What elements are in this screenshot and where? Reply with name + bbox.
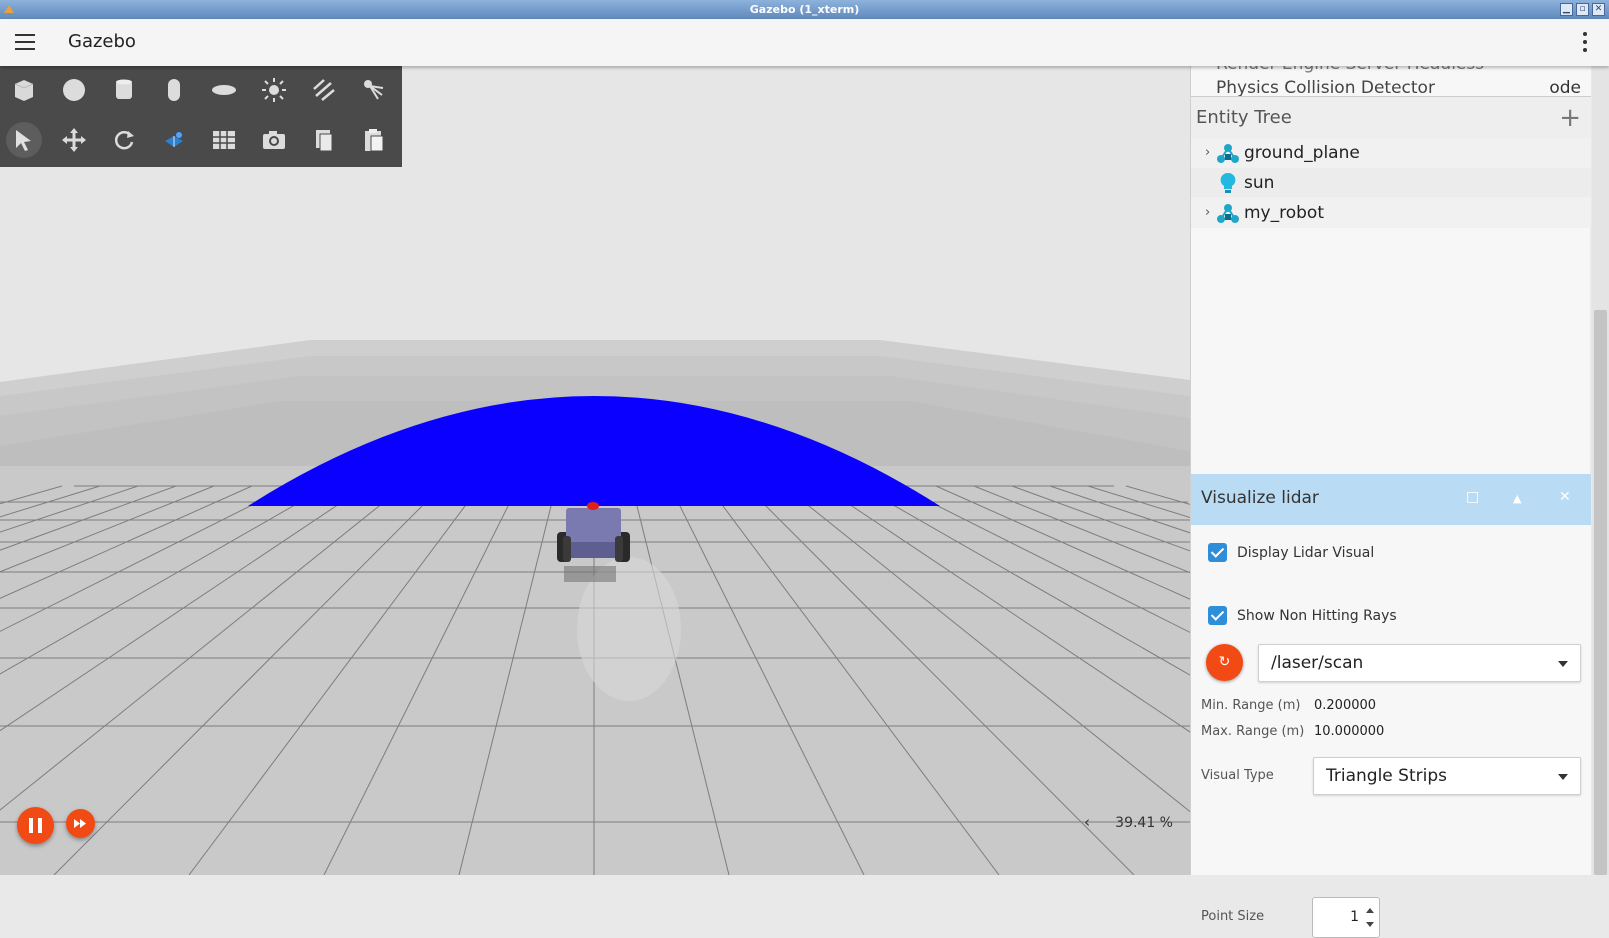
render-engine-label: Render Engine Server Headless [1216, 66, 1484, 74]
spin-up-icon[interactable] [1366, 908, 1374, 913]
stats-collapse-icon[interactable]: ‹ [1084, 813, 1090, 831]
box-icon[interactable] [6, 72, 42, 108]
right-panel-scrollbar[interactable] [1592, 66, 1609, 875]
window-titlebar: Gazebo (1_xterm) ▁ ▫ ✕ [0, 0, 1609, 19]
entity-label: sun [1244, 173, 1275, 193]
visual-type-dropdown[interactable]: Triangle Strips [1313, 757, 1581, 795]
minimize-button[interactable]: ▁ [1560, 3, 1573, 16]
entity-tree-title: Entity Tree [1196, 107, 1292, 128]
entity-label: ground_plane [1244, 143, 1360, 163]
entity-label: my_robot [1244, 203, 1324, 223]
point-size-label: Point Size [1201, 909, 1265, 924]
directional-light-icon[interactable] [306, 72, 342, 108]
chevron-down-icon [1558, 774, 1568, 780]
step-forward-button[interactable] [66, 809, 95, 838]
collapse-icon[interactable]: ▲ [1513, 492, 1521, 505]
entity-tree-item-ground-plane[interactable]: › ground_plane [1191, 138, 1591, 168]
entity-tree-item-sun[interactable]: sun [1191, 168, 1591, 198]
real-time-factor: 39.41 % [1115, 815, 1173, 831]
right-panel: Render Engine Server Headless Physics Co… [1190, 66, 1591, 938]
non-hitting-rays-checkbox[interactable] [1208, 606, 1227, 625]
sphere-icon[interactable] [56, 72, 92, 108]
undock-icon[interactable]: □ [1466, 489, 1479, 505]
refresh-icon: ↻ [1218, 654, 1231, 670]
entity-tree-header: Entity Tree + [1191, 97, 1591, 138]
topic-value: /laser/scan [1271, 653, 1364, 673]
cylinder-icon[interactable] [106, 72, 142, 108]
expand-chevron-icon[interactable]: › [1205, 205, 1210, 220]
close-plugin-icon[interactable]: ✕ [1559, 489, 1571, 505]
chevron-down-icon [1558, 661, 1568, 667]
scene-viewport[interactable]: ‹ 39.41 % [0, 66, 1190, 875]
min-range-value: 0.200000 [1314, 698, 1377, 713]
display-lidar-checkbox-row[interactable]: Display Lidar Visual [1208, 543, 1374, 562]
app-bar: Gazebo [0, 19, 1609, 66]
point-size-spinbox[interactable]: 1 [1312, 897, 1380, 938]
physics-collision-value: ode [1549, 78, 1581, 97]
scrollbar-thumb[interactable] [1594, 310, 1607, 875]
capsule-icon[interactable] [156, 72, 192, 108]
max-range-value: 10.000000 [1314, 724, 1385, 739]
ellipsoid-icon[interactable] [206, 72, 242, 108]
fast-forward-icon [74, 819, 86, 828]
model-icon [1217, 204, 1239, 223]
select-icon[interactable] [6, 122, 42, 158]
grid-snap-icon[interactable] [206, 122, 242, 158]
physics-collision-label: Physics Collision Detector [1216, 78, 1435, 97]
entity-tree-list: › ground_plane sun › my_robot [1191, 138, 1591, 228]
menu-icon[interactable] [15, 34, 35, 50]
light-bulb-icon [1220, 172, 1236, 193]
screenshot-icon[interactable] [256, 122, 292, 158]
min-range-label: Min. Range (m) [1201, 698, 1301, 713]
maximize-button[interactable]: ▫ [1576, 3, 1589, 16]
expand-chevron-icon[interactable]: › [1205, 145, 1210, 160]
topic-dropdown[interactable]: /laser/scan [1258, 644, 1581, 682]
copy-icon[interactable] [306, 122, 342, 158]
scene-3d[interactable] [0, 66, 1190, 875]
window-title: Gazebo (1_xterm) [749, 3, 860, 16]
lidar-plugin-header: Visualize lidar □ ▲ ✕ [1191, 474, 1591, 525]
spin-down-icon[interactable] [1366, 922, 1374, 927]
close-button[interactable]: ✕ [1592, 3, 1605, 16]
visual-type-value: Triangle Strips [1326, 766, 1447, 786]
world-properties: Render Engine Server Headless Physics Co… [1191, 66, 1591, 97]
view-angle-icon[interactable] [156, 122, 192, 158]
paste-icon[interactable] [356, 122, 392, 158]
point-size-value: 1 [1350, 909, 1359, 925]
point-light-icon[interactable] [256, 72, 292, 108]
non-hitting-rays-label: Show Non Hitting Rays [1237, 607, 1397, 624]
lidar-plugin-body: Display Lidar Visual Show Non Hitting Ra… [1191, 525, 1591, 938]
app-title: Gazebo [68, 31, 136, 52]
model-icon [1217, 144, 1239, 163]
display-lidar-checkbox[interactable] [1208, 543, 1227, 562]
visual-type-label: Visual Type [1201, 768, 1274, 783]
rotate-icon[interactable] [106, 122, 142, 158]
spot-light-icon[interactable] [356, 72, 392, 108]
pause-icon [29, 818, 42, 833]
lidar-plugin-title: Visualize lidar [1201, 488, 1319, 508]
non-hitting-rays-checkbox-row[interactable]: Show Non Hitting Rays [1208, 606, 1397, 625]
more-options-icon[interactable] [1583, 32, 1587, 56]
shapes-toolbar [0, 66, 402, 167]
refresh-topics-button[interactable]: ↻ [1206, 644, 1243, 681]
pause-button[interactable] [17, 807, 54, 844]
display-lidar-label: Display Lidar Visual [1237, 544, 1375, 561]
app-menu-icon[interactable] [3, 3, 15, 15]
translate-icon[interactable] [56, 122, 92, 158]
add-entity-button[interactable]: + [1559, 103, 1581, 133]
max-range-label: Max. Range (m) [1201, 724, 1305, 739]
entity-tree-item-my-robot[interactable]: › my_robot [1191, 198, 1591, 228]
